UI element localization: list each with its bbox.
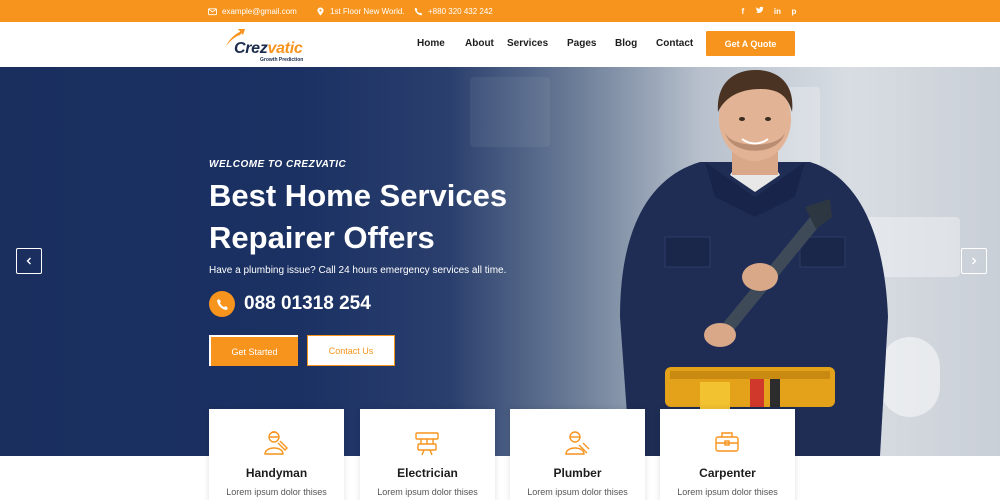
hero-headline: Best Home Services Repairer Offers xyxy=(209,175,629,259)
social-links: f in p xyxy=(740,0,797,22)
nav-home[interactable]: Home xyxy=(417,38,445,49)
service-title: Handyman xyxy=(245,466,308,480)
handyman-icon xyxy=(262,429,290,457)
topbar-address-text: 1st Floor New World. xyxy=(330,6,405,16)
nav-blog[interactable]: Blog xyxy=(615,38,637,49)
nav-contact[interactable]: Contact xyxy=(656,38,693,49)
twitter-icon[interactable] xyxy=(755,6,764,16)
plumber-worker-image xyxy=(620,69,888,456)
linkedin-icon[interactable]: in xyxy=(774,7,781,16)
facebook-icon[interactable]: f xyxy=(740,7,746,16)
brand-tagline: Growth Prediction xyxy=(260,57,304,63)
topbar-phone[interactable]: +880 320 432 242 xyxy=(414,0,493,22)
brand-logo[interactable]: Crezvatic Growth Prediction xyxy=(222,28,312,63)
hero-phone[interactable]: 088 01318 254 xyxy=(209,291,371,317)
topbar-email-text: example@gmail.com xyxy=(222,6,297,16)
nav-about[interactable]: About xyxy=(465,38,494,49)
service-text: Lorem ipsum dolor thises xyxy=(677,487,778,497)
service-text: Lorem ipsum dolor thises xyxy=(527,487,628,497)
phone-circle-icon xyxy=(209,291,235,317)
background-cabinet xyxy=(470,77,550,147)
hero-headline-line1: Best Home Services xyxy=(209,178,508,213)
service-card-electrician[interactable]: Electrician Lorem ipsum dolor thises xyxy=(360,409,495,500)
main-navbar: Crezvatic Growth Prediction Home About S… xyxy=(0,22,1000,67)
topbar-address: 1st Floor New World. xyxy=(316,0,405,22)
topbar-email[interactable]: example@gmail.com xyxy=(208,0,297,22)
chevron-left-icon xyxy=(26,257,31,265)
mail-icon xyxy=(208,7,217,15)
electrician-icon xyxy=(413,429,441,457)
hero-welcome: WELCOME TO CREZVATIC xyxy=(209,159,347,170)
brand-name: Crezvatic xyxy=(234,40,303,57)
nav-pages[interactable]: Pages xyxy=(567,38,596,49)
service-card-carpenter[interactable]: Carpenter Lorem ipsum dolor thises xyxy=(660,409,795,500)
service-title: Carpenter xyxy=(699,466,756,480)
slider-next-button[interactable] xyxy=(961,248,987,274)
top-info-bar: example@gmail.com 1st Floor New World. +… xyxy=(0,0,1000,22)
location-pin-icon xyxy=(317,6,324,16)
plumber-icon xyxy=(563,429,591,457)
get-started-button[interactable]: Get Started xyxy=(209,335,298,366)
service-title: Electrician xyxy=(397,466,458,480)
phone-icon xyxy=(414,7,423,15)
service-card-handyman[interactable]: Handyman Lorem ipsum dolor thises xyxy=(209,409,344,500)
hero-phone-number: 088 01318 254 xyxy=(244,293,371,314)
service-text: Lorem ipsum dolor thises xyxy=(226,487,327,497)
hero-headline-line2: Repairer Offers xyxy=(209,220,435,255)
topbar-phone-text: +880 320 432 242 xyxy=(428,6,493,16)
hero-section: WELCOME TO CREZVATIC Best Home Services … xyxy=(0,67,1000,456)
hero-subtext: Have a plumbing issue? Call 24 hours eme… xyxy=(209,265,507,276)
slider-prev-button[interactable] xyxy=(16,248,42,274)
pinterest-icon[interactable]: p xyxy=(791,7,797,16)
get-quote-button[interactable]: Get A Quote xyxy=(706,31,795,56)
nav-services[interactable]: Services xyxy=(507,38,548,49)
carpenter-icon xyxy=(713,429,741,457)
service-text: Lorem ipsum dolor thises xyxy=(377,487,478,497)
service-card-plumber[interactable]: Plumber Lorem ipsum dolor thises xyxy=(510,409,645,500)
contact-us-button[interactable]: Contact Us xyxy=(307,335,395,366)
chevron-right-icon xyxy=(972,257,977,265)
service-title: Plumber xyxy=(553,466,602,480)
